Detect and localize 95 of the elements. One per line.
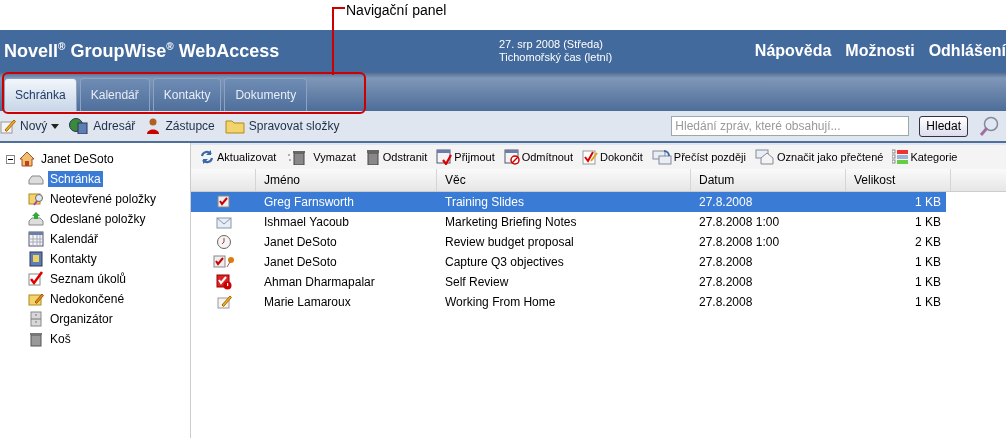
person-icon [145, 118, 162, 134]
table-cell-text: Ishmael Yacoub [263, 214, 350, 231]
column-header[interactable]: Věc [437, 169, 691, 191]
clock-icon [215, 234, 232, 250]
column-header[interactable]: Datum [691, 169, 846, 191]
open-envelope-icon [755, 149, 775, 165]
table-cell-text: Capture Q3 objectives [444, 254, 565, 271]
pencil-note-icon [0, 118, 16, 134]
tree-item[interactable]: Seznam úkolů [48, 271, 129, 287]
table-cell-text: 1 KB [914, 274, 942, 291]
table-cell: Greg Farnsworth [256, 192, 437, 212]
action-button[interactable]: Přijmout [436, 149, 495, 165]
checked-task-pin-icon [211, 254, 236, 270]
outbox-tray-icon [28, 211, 44, 227]
action-button[interactable]: Dokončit [582, 149, 643, 165]
tree-item[interactable]: Kalendář [48, 231, 101, 247]
house-icon [19, 151, 35, 167]
nav-tab[interactable]: Dokumenty [224, 78, 308, 111]
globe-book-icon [69, 118, 90, 134]
table-cell-text: 1 KB [914, 294, 942, 311]
nav-tab[interactable]: Kontakty [152, 78, 222, 111]
trash-can-icon [364, 149, 381, 165]
folder-magnifier-icon [28, 191, 44, 207]
collapse-icon[interactable] [6, 154, 15, 164]
app-title: Novell$^{®}$ GroupWise$^{®}$ WebAccess [4, 40, 281, 62]
callout-label: Navigační panel [346, 2, 447, 18]
tree-item[interactable]: Koš [48, 331, 73, 347]
table-cell-text: 27.8.2008 [698, 294, 754, 311]
header-link[interactable]: Odhlášení [928, 42, 1006, 60]
table-cell: Training Slides [437, 192, 691, 212]
tree-item[interactable]: Kontakty [48, 251, 99, 267]
folder-pencil-icon [28, 291, 44, 307]
search-icon[interactable] [978, 115, 1000, 137]
calendar-no-icon [503, 149, 520, 165]
table-cell: 27.8.2008 [691, 192, 846, 212]
table-cell-text: Working From Home [444, 294, 557, 311]
calendar-icon [28, 231, 44, 247]
toolbar-button[interactable]: Spravovat složky [224, 118, 340, 134]
nav-tab[interactable]: Kalendář [79, 78, 150, 111]
table-cell-text: Janet DeSoto [263, 254, 338, 271]
pencil-note-icon [215, 294, 232, 310]
table-cell-text: Janet DeSoto [263, 234, 338, 251]
table-cell-text: Review budget proposal [444, 234, 575, 251]
tree-item[interactable]: Schránka [48, 171, 103, 187]
nav-tab[interactable]: Schránka [4, 78, 77, 111]
action-button[interactable]: Vymazat [285, 149, 356, 165]
action-button[interactable]: Přečíst později [651, 149, 746, 165]
search-button[interactable]: Hledat [919, 115, 968, 137]
address-book-icon [28, 251, 44, 267]
table-cell: 1 KB [846, 192, 946, 212]
action-button[interactable]: Kategorie [892, 149, 958, 165]
toolbar-button[interactable]: Nový [0, 118, 60, 134]
check-pencil-icon [582, 149, 599, 165]
toolbar-button[interactable]: Adresář [69, 118, 136, 134]
tree-item[interactable]: Neotevřené položky [48, 191, 159, 207]
tree-item[interactable]: Janet DeSoto [39, 151, 116, 167]
timezone-text: Tichomořský čas (letní) [499, 51, 614, 64]
category-bars-icon [892, 149, 909, 165]
table-cell-text: 27.8.2008 [698, 254, 754, 271]
toolbar-button[interactable]: Zástupce [145, 118, 215, 134]
table-cell-text: 2 KB [914, 234, 942, 251]
date-text: 27. srp 2008 (Středa) [499, 38, 604, 51]
search-field[interactable]: Hledání zpráv, které obsahují... [671, 116, 910, 136]
table-cell-text: 27.8.2008 1:00 [698, 234, 781, 251]
table-cell-text: 27.8.2008 [698, 274, 754, 291]
column-header[interactable]: Velikost [846, 169, 951, 191]
table-cell-text: Self Review [444, 274, 510, 291]
table-cell-text: Marketing Briefing Notes [444, 214, 578, 231]
tree-item[interactable]: Odeslané položky [48, 211, 148, 227]
action-button[interactable]: Odstranit [364, 149, 428, 165]
calendar-check-icon [436, 149, 453, 165]
callout-bracket [332, 7, 346, 75]
table-cell-text: 1 KB [914, 214, 942, 231]
table-cell-text: 27.8.2008 1:00 [698, 214, 781, 231]
tree-item[interactable]: Nedokončené [48, 291, 127, 307]
table-cell-text: 1 KB [914, 254, 942, 271]
header-link[interactable]: Možnosti [845, 42, 915, 60]
action-button[interactable]: Odmítnout [503, 149, 574, 165]
header-link[interactable]: Nápověda [754, 42, 832, 60]
action-button[interactable]: Označit jako přečtené [755, 149, 884, 165]
urgent-task-icon [215, 274, 232, 290]
action-button[interactable]: Aktualizovat [199, 149, 277, 165]
refresh-arrows-icon [199, 149, 215, 165]
column-header[interactable]: Jméno [256, 169, 437, 191]
folder-icon [224, 118, 245, 134]
envelopes-arrow-icon [651, 149, 672, 165]
checkmark-icon [28, 271, 44, 287]
tree-item[interactable]: Organizátor [48, 311, 115, 327]
envelope-icon [215, 214, 232, 230]
table-cell-text: Marie Lamaroux [263, 294, 352, 311]
caret-icon [51, 122, 60, 130]
trash-can-icon [28, 331, 44, 347]
filing-cabinet-icon [28, 311, 44, 327]
table-cell-text: Ahman Dharmapalar [263, 274, 376, 291]
checked-task-icon [215, 194, 232, 210]
